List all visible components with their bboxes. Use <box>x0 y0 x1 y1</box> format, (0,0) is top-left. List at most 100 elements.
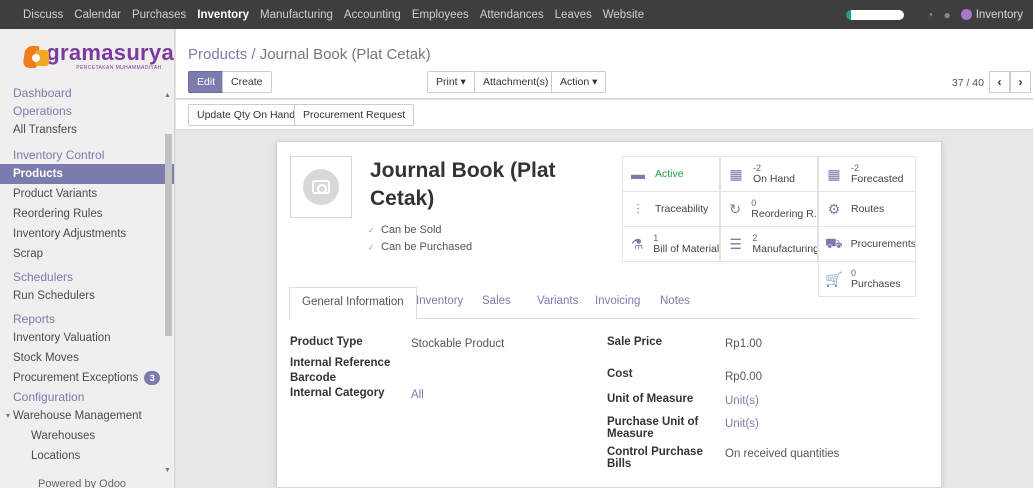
control-purchase-bills-label: Control Purchase Bills <box>607 446 703 470</box>
user-menu-label[interactable]: Inventory <box>976 9 1023 21</box>
sale-price-value[interactable]: Rp1.00 <box>725 338 762 350</box>
tab-inventory[interactable]: Inventory <box>416 295 463 307</box>
sidebar-item-all-transfers[interactable]: All Transfers <box>0 120 174 140</box>
top-navbar: Discuss Calendar Purchases Inventory Man… <box>0 0 1033 29</box>
sidebar-section-schedulers[interactable]: Schedulers <box>0 268 174 286</box>
menu-attendances[interactable]: Attendances <box>480 9 544 21</box>
cogs-icon: ⚙ <box>827 200 841 217</box>
product-form-sheet: Journal Book (Plat Cetak) ✓ Can be Sold ✓… <box>276 141 942 488</box>
traceability-button[interactable]: ⫶ Traceability <box>622 191 720 227</box>
sidebar-dashboard[interactable]: Dashboard <box>0 84 174 102</box>
procurements-button[interactable]: ⛟ Procurements <box>818 226 916 262</box>
bom-label: Bill of Materials <box>653 243 719 255</box>
menu-discuss[interactable]: Discuss <box>23 9 63 21</box>
breadcrumb: Products / Journal Book (Plat Cetak) <box>188 46 431 63</box>
active-toggle-button[interactable]: ▬ Active <box>622 156 720 192</box>
unit-of-measure-value[interactable]: Unit(s) <box>725 395 759 407</box>
tab-invoicing[interactable]: Invoicing <box>595 295 640 307</box>
sidebar-item-warehouses[interactable]: Warehouses <box>0 426 174 446</box>
sidebar-item-stock-moves[interactable]: Stock Moves <box>0 348 174 368</box>
building-icon: ▦ <box>729 165 743 182</box>
sidebar-section-reports[interactable]: Reports <box>0 310 174 328</box>
barcode-label: Barcode <box>290 372 337 384</box>
scroll-down-icon[interactable]: ▼ <box>164 467 171 474</box>
routes-button[interactable]: ⚙ Routes <box>818 191 916 227</box>
procurement-request-button[interactable]: Procurement Request <box>294 104 415 126</box>
sidebar-section-inventory-control[interactable]: Inventory Control <box>0 146 174 164</box>
sidebar-item-warehouse-management[interactable]: ▾ Warehouse Management <box>0 406 174 426</box>
tab-sales[interactable]: Sales <box>482 295 511 307</box>
edit-button[interactable]: Edit <box>188 71 225 93</box>
menu-employees[interactable]: Employees <box>412 9 469 21</box>
menu-manufacturing[interactable]: Manufacturing <box>260 9 333 21</box>
menu-leaves[interactable]: Leaves <box>555 9 592 21</box>
flask-icon: ⚗ <box>630 235 644 252</box>
menu-website[interactable]: Website <box>603 9 644 21</box>
sidebar-scrollbar[interactable] <box>165 134 172 336</box>
purchase-unit-of-measure-value[interactable]: Unit(s) <box>725 418 759 430</box>
cost-value[interactable]: Rp0.00 <box>725 371 762 383</box>
list-icon: ☰ <box>729 235 742 252</box>
on-hand-label: On Hand <box>753 173 796 185</box>
on-hand-button[interactable]: ▦ -2 On Hand <box>720 156 818 192</box>
internal-category-label: Internal Category <box>290 387 385 399</box>
internal-category-value[interactable]: All <box>411 389 424 401</box>
product-type-value[interactable]: Stockable Product <box>411 338 504 350</box>
menu-inventory[interactable]: Inventory <box>197 9 249 21</box>
sidebar-item-inventory-valuation[interactable]: Inventory Valuation <box>0 328 174 348</box>
logo-name: gramasurya <box>46 40 174 65</box>
chat-icon[interactable]: ● <box>943 8 950 22</box>
manufacturing-label: Manufacturing <box>752 243 817 255</box>
can-be-purchased-label: Can be Purchased <box>381 241 473 253</box>
update-qty-on-hand-button[interactable]: Update Qty On Hand <box>188 104 305 126</box>
internal-reference-label: Internal Reference <box>290 357 391 369</box>
menu-accounting[interactable]: Accounting <box>344 9 401 21</box>
sidebar-item-run-schedulers[interactable]: Run Schedulers <box>0 286 174 306</box>
breadcrumb-products[interactable]: Products <box>188 46 247 63</box>
sidebar-section-operations[interactable]: Operations <box>0 102 174 120</box>
powered-by-odoo[interactable]: Powered by Odoo <box>38 478 126 488</box>
reordering-rules-button[interactable]: ↻ 0 Reordering R... <box>720 191 818 227</box>
sidebar-item-procurement-exceptions[interactable]: Procurement Exceptions 3 <box>0 368 174 388</box>
control-purchase-bills-value[interactable]: On received quantities <box>725 448 839 460</box>
tab-variants[interactable]: Variants <box>537 295 578 307</box>
sidebar-item-locations[interactable]: Locations <box>0 446 174 466</box>
systray-bar[interactable] <box>846 9 905 20</box>
user-avatar[interactable] <box>960 9 972 20</box>
sidebar-item-products[interactable]: Products <box>0 164 174 184</box>
scroll-up-icon[interactable]: ▲ <box>164 92 171 99</box>
sidebar-item-reordering-rules[interactable]: Reordering Rules <box>0 204 174 224</box>
check-icon: ✓ <box>368 243 375 252</box>
print-dropdown[interactable]: Print ▾ <box>427 71 475 93</box>
company-logo[interactable]: gramasurya PERCETAKAN MUHAMMADIYAH <box>0 29 174 84</box>
action-dropdown[interactable]: Action ▾ <box>551 71 607 93</box>
sidebar-item-inventory-adjustments[interactable]: Inventory Adjustments <box>0 224 174 244</box>
sidebar-item-scrap[interactable]: Scrap <box>0 244 174 264</box>
active-label: Active <box>655 168 684 180</box>
sidebar-item-label: Warehouse Management <box>13 410 142 422</box>
activity-icon[interactable]: ◔ <box>926 8 933 22</box>
reordering-label: Reordering R... <box>751 208 817 220</box>
forecasted-button[interactable]: ▦ -2 Forecasted <box>818 156 916 192</box>
sidebar-section-configuration[interactable]: Configuration <box>0 388 174 406</box>
can-be-purchased-checkbox[interactable]: ✓ Can be Purchased <box>368 241 472 253</box>
menu-purchases[interactable]: Purchases <box>132 9 186 21</box>
check-icon: ✓ <box>368 226 375 235</box>
can-be-sold-checkbox[interactable]: ✓ Can be Sold <box>368 224 442 236</box>
tab-notes[interactable]: Notes <box>660 295 690 307</box>
breadcrumb-separator: / <box>247 46 260 63</box>
product-image[interactable] <box>290 156 352 218</box>
menu-calendar[interactable]: Calendar <box>74 9 121 21</box>
archive-icon: ▬ <box>631 166 645 182</box>
sidebar-item-product-variants[interactable]: Product Variants <box>0 184 174 204</box>
pager-value[interactable]: 37 / 40 <box>952 77 984 89</box>
pager-next-icon[interactable]: › <box>1010 71 1031 93</box>
bill-of-materials-button[interactable]: ⚗ 1 Bill of Materials <box>622 226 720 262</box>
notebook-tabs: General Information Inventory Sales Vari… <box>289 287 918 320</box>
caret-down-icon: ▾ <box>6 411 11 420</box>
breadcrumb-current: Journal Book (Plat Cetak) <box>259 46 431 63</box>
tab-general-information[interactable]: General Information <box>289 287 417 320</box>
pager-previous-icon[interactable]: ‹ <box>989 71 1010 93</box>
manufacturing-button[interactable]: ☰ 2 Manufacturing <box>720 226 818 262</box>
create-button[interactable]: Create <box>222 71 272 93</box>
